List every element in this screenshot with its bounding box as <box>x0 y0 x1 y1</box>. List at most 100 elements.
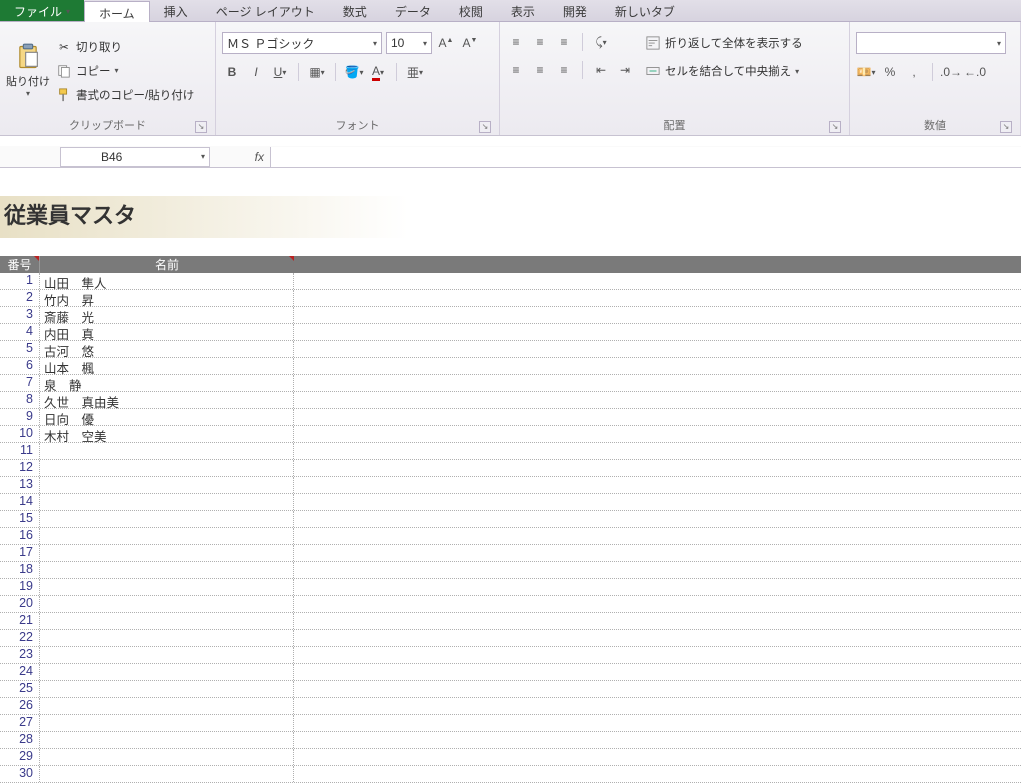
increase-font-button[interactable]: A▲ <box>436 33 456 53</box>
table-row[interactable]: 25 <box>0 681 1021 698</box>
comma-button[interactable]: , <box>904 62 924 82</box>
decrease-font-button[interactable]: A▼ <box>460 33 480 53</box>
tab-review[interactable]: 校閲 <box>445 0 497 21</box>
cell-number[interactable]: 22 <box>0 630 40 646</box>
cell-number[interactable]: 18 <box>0 562 40 578</box>
indent-increase-button[interactable]: ⇥ <box>615 60 635 80</box>
tab-view[interactable]: 表示 <box>497 0 549 21</box>
paste-button[interactable]: 貼り付け ▾ <box>6 26 50 115</box>
cell-name[interactable] <box>40 562 294 578</box>
cell-number[interactable]: 10 <box>0 426 40 442</box>
cell-name[interactable] <box>40 681 294 697</box>
cell-number[interactable]: 27 <box>0 715 40 731</box>
cell-number[interactable]: 25 <box>0 681 40 697</box>
cell-name[interactable] <box>40 766 294 782</box>
cell-number[interactable]: 1 <box>0 273 40 289</box>
tab-file[interactable]: ファイル▾ <box>0 0 84 21</box>
align-center-button[interactable]: ≡ <box>530 60 550 80</box>
table-row[interactable]: 28 <box>0 732 1021 749</box>
tab-pagelayout[interactable]: ページ レイアウト <box>202 0 329 21</box>
cell-name[interactable] <box>40 749 294 765</box>
table-row[interactable]: 26 <box>0 698 1021 715</box>
table-row[interactable]: 11 <box>0 443 1021 460</box>
tab-data[interactable]: データ <box>381 0 445 21</box>
cell-name[interactable] <box>40 460 294 476</box>
cell-number[interactable]: 23 <box>0 647 40 663</box>
cell-name[interactable]: 山田 隼人 <box>40 273 294 289</box>
dialog-launcher-icon[interactable]: ↘ <box>195 121 207 133</box>
tab-developer[interactable]: 開発 <box>549 0 601 21</box>
table-row[interactable]: 24 <box>0 664 1021 681</box>
cell-name[interactable]: 斎藤 光 <box>40 307 294 323</box>
border-button[interactable]: ▦▾ <box>307 62 327 82</box>
cell-number[interactable]: 3 <box>0 307 40 323</box>
cell-number[interactable]: 26 <box>0 698 40 714</box>
formula-input[interactable] <box>270 147 1021 167</box>
table-row[interactable]: 19 <box>0 579 1021 596</box>
cell-name[interactable] <box>40 528 294 544</box>
cell-number[interactable]: 5 <box>0 341 40 357</box>
cut-button[interactable]: ✂ 切り取り <box>56 36 194 58</box>
cell-name[interactable]: 木村 空美 <box>40 426 294 442</box>
font-size-combo[interactable]: 10 ▾ <box>386 32 432 54</box>
cell-name[interactable]: 竹内 昇 <box>40 290 294 306</box>
table-row[interactable]: 22 <box>0 630 1021 647</box>
cell-name[interactable] <box>40 477 294 493</box>
wrap-text-button[interactable]: 折り返して全体を表示する <box>645 32 803 54</box>
number-format-combo[interactable]: ▾ <box>856 32 1006 54</box>
table-row[interactable]: 13 <box>0 477 1021 494</box>
table-row[interactable]: 7泉 静 <box>0 375 1021 392</box>
accounting-format-button[interactable]: 💴▾ <box>856 62 876 82</box>
dialog-launcher-icon[interactable]: ↘ <box>1000 121 1012 133</box>
cell-number[interactable]: 14 <box>0 494 40 510</box>
cell-name[interactable]: 内田 真 <box>40 324 294 340</box>
table-row[interactable]: 18 <box>0 562 1021 579</box>
orientation-button[interactable]: ⤹▾ <box>591 32 611 52</box>
cell-name[interactable] <box>40 511 294 527</box>
align-left-button[interactable]: ≡ <box>506 60 526 80</box>
table-row[interactable]: 10木村 空美 <box>0 426 1021 443</box>
percent-button[interactable]: % <box>880 62 900 82</box>
cell-number[interactable]: 11 <box>0 443 40 459</box>
fill-color-button[interactable]: 🪣▾ <box>344 62 364 82</box>
tab-home[interactable]: ホーム <box>84 1 150 22</box>
cell-number[interactable]: 4 <box>0 324 40 340</box>
dialog-launcher-icon[interactable]: ↘ <box>479 121 491 133</box>
tab-insert[interactable]: 挿入 <box>150 0 202 21</box>
align-middle-button[interactable]: ≡ <box>530 32 550 52</box>
cell-number[interactable]: 21 <box>0 613 40 629</box>
table-row[interactable]: 21 <box>0 613 1021 630</box>
cell-name[interactable] <box>40 630 294 646</box>
underline-button[interactable]: U▾ <box>270 62 290 82</box>
italic-button[interactable]: I <box>246 62 266 82</box>
cell-name[interactable] <box>40 715 294 731</box>
cell-number[interactable]: 24 <box>0 664 40 680</box>
cell-name[interactable] <box>40 698 294 714</box>
align-right-button[interactable]: ≡ <box>554 60 574 80</box>
cell-name[interactable]: 古河 悠 <box>40 341 294 357</box>
format-painter-button[interactable]: 書式のコピー/貼り付け <box>56 84 194 106</box>
cell-name[interactable]: 久世 真由美 <box>40 392 294 408</box>
cell-name[interactable] <box>40 664 294 680</box>
cell-name[interactable]: 日向 優 <box>40 409 294 425</box>
table-row[interactable]: 8久世 真由美 <box>0 392 1021 409</box>
table-row[interactable]: 23 <box>0 647 1021 664</box>
table-row[interactable]: 17 <box>0 545 1021 562</box>
cell-number[interactable]: 29 <box>0 749 40 765</box>
cell-name[interactable] <box>40 579 294 595</box>
phonetic-button[interactable]: 亜▾ <box>405 62 425 82</box>
cell-number[interactable]: 19 <box>0 579 40 595</box>
table-row[interactable]: 2竹内 昇 <box>0 290 1021 307</box>
align-top-button[interactable]: ≡ <box>506 32 526 52</box>
cell-name[interactable] <box>40 647 294 663</box>
insert-function-button[interactable]: fx <box>210 150 270 164</box>
table-row[interactable]: 30 <box>0 766 1021 783</box>
table-row[interactable]: 27 <box>0 715 1021 732</box>
copy-button[interactable]: コピー ▾ <box>56 60 194 82</box>
table-row[interactable]: 15 <box>0 511 1021 528</box>
decrease-decimal-button[interactable]: ←.0 <box>965 62 985 82</box>
cell-number[interactable]: 16 <box>0 528 40 544</box>
table-row[interactable]: 9日向 優 <box>0 409 1021 426</box>
indent-decrease-button[interactable]: ⇤ <box>591 60 611 80</box>
dialog-launcher-icon[interactable]: ↘ <box>829 121 841 133</box>
